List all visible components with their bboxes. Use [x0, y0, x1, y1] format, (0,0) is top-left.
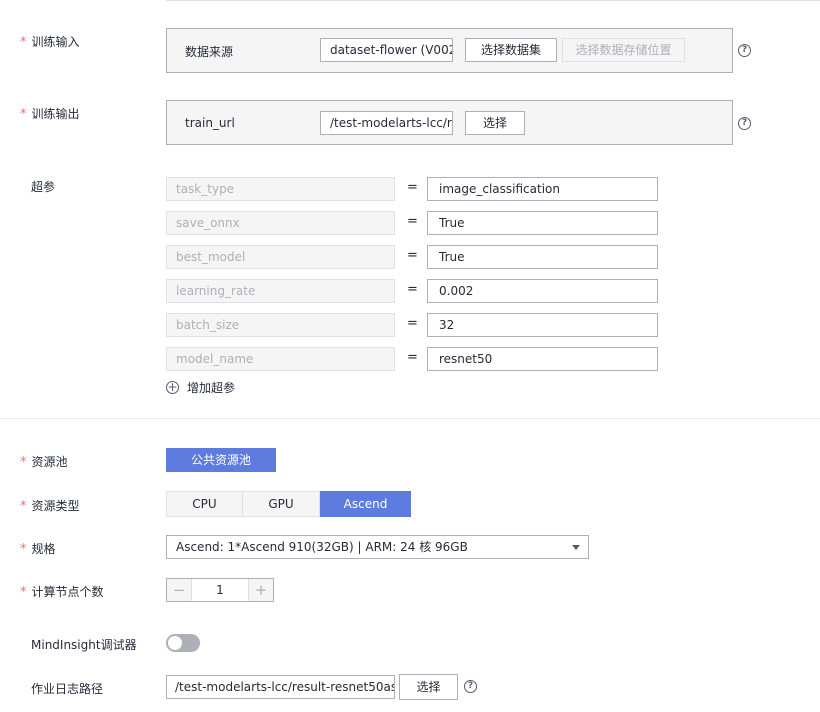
- increment-button[interactable]: +: [248, 579, 273, 601]
- equals-sign: =: [407, 180, 418, 195]
- resource-pool-label: * 资源池: [20, 455, 68, 470]
- toggle-knob: [168, 636, 182, 650]
- data-source-label: 数据来源: [185, 45, 234, 59]
- required-mark: *: [20, 499, 27, 514]
- job-log-path-field[interactable]: /test-modelarts-lcc/result-resnet50ascen…: [166, 675, 395, 699]
- section-divider: [0, 418, 820, 419]
- spec-selected-value: Ascend: 1*Ascend 910(32GB) | ARM: 24 核 9…: [176, 540, 468, 554]
- job-log-label: 作业日志路径: [31, 682, 104, 696]
- hyperparam-value-input[interactable]: True: [427, 211, 658, 235]
- resource-type-gpu[interactable]: GPU: [242, 491, 320, 517]
- select-storage-button[interactable]: 选择数据存储位置: [562, 38, 685, 62]
- resource-type-ascend[interactable]: Ascend: [320, 491, 411, 517]
- required-mark: *: [20, 107, 27, 122]
- node-count-stepper: − 1 +: [166, 578, 274, 602]
- mindinsight-toggle[interactable]: [166, 634, 200, 652]
- hyperparam-key: best_model: [166, 245, 395, 269]
- add-hyperparam-label: 增加超参: [187, 380, 236, 395]
- equals-sign: =: [407, 350, 418, 365]
- question-circle-icon[interactable]: ?: [464, 680, 477, 693]
- training-input-label: * 训练输入: [20, 35, 80, 50]
- select-output-button[interactable]: 选择: [465, 111, 525, 135]
- equals-sign: =: [407, 316, 418, 331]
- top-divider: [166, 0, 820, 1]
- resource-type-label: * 资源类型: [20, 499, 80, 514]
- required-mark: *: [20, 542, 27, 557]
- hyperparams-label: 超参: [31, 180, 56, 194]
- train-url-label: train_url: [185, 116, 235, 130]
- equals-sign: =: [407, 282, 418, 297]
- spec-select[interactable]: Ascend: 1*Ascend 910(32GB) | ARM: 24 核 9…: [166, 535, 589, 559]
- required-mark: *: [20, 35, 27, 50]
- question-circle-icon[interactable]: ?: [738, 44, 751, 57]
- hyperparam-key: learning_rate: [166, 279, 395, 303]
- required-mark: *: [20, 585, 27, 600]
- train-url-field[interactable]: /test-modelarts-lcc/resn: [320, 111, 453, 135]
- dataset-field[interactable]: dataset-flower (V002): [320, 38, 453, 62]
- select-log-path-button[interactable]: 选择: [399, 674, 458, 700]
- training-output-label: * 训练输出: [20, 107, 80, 122]
- hyperparam-value-input[interactable]: resnet50: [427, 347, 658, 371]
- node-count-input[interactable]: 1: [192, 579, 248, 601]
- spec-label: * 规格: [20, 542, 56, 557]
- public-resource-pool-button[interactable]: 公共资源池: [166, 448, 276, 472]
- resource-type-cpu[interactable]: CPU: [166, 491, 243, 517]
- equals-sign: =: [407, 248, 418, 263]
- hyperparam-value-input[interactable]: True: [427, 245, 658, 269]
- decrement-button[interactable]: −: [167, 579, 192, 601]
- required-mark: *: [20, 455, 27, 470]
- hyperparam-value-input[interactable]: 32: [427, 313, 658, 337]
- hyperparam-key: model_name: [166, 347, 395, 371]
- caret-down-icon[interactable]: [572, 545, 580, 550]
- node-count-label: * 计算节点个数: [20, 585, 104, 600]
- hyperparam-key: batch_size: [166, 313, 395, 337]
- plus-circle-icon: +: [166, 379, 179, 394]
- hyperparam-key: save_onnx: [166, 211, 395, 235]
- add-hyperparam-button[interactable]: + 增加超参: [166, 379, 235, 395]
- mindinsight-label: MindInsight调试器: [31, 638, 137, 652]
- hyperparam-value-input[interactable]: 0.002: [427, 279, 658, 303]
- question-circle-icon[interactable]: ?: [738, 117, 751, 130]
- equals-sign: =: [407, 214, 418, 229]
- select-dataset-button[interactable]: 选择数据集: [465, 38, 557, 62]
- hyperparam-value-input[interactable]: image_classification: [427, 177, 658, 201]
- hyperparam-key: task_type: [166, 177, 395, 201]
